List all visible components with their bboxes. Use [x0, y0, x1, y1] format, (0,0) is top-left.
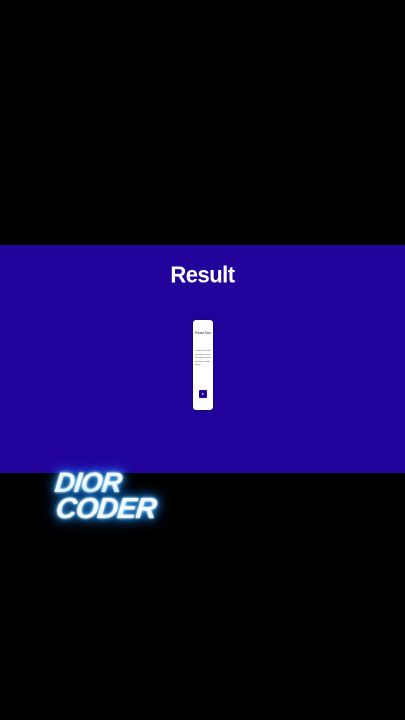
card-button[interactable] [199, 390, 207, 398]
logo-line-2: CODER [54, 493, 158, 525]
result-card: Read Sun Lorem ipsum dolor sit amet cons… [193, 320, 213, 410]
card-title: Read Sun [195, 331, 211, 335]
result-title: Result [170, 261, 235, 288]
play-arrow-icon [202, 393, 204, 395]
card-text: Lorem ipsum dolor sit amet consectetur a… [195, 350, 212, 367]
dior-coder-logo: DIOR CODER [52, 466, 157, 528]
video-frame: Result Read Sun Lorem ipsum dolor sit am… [0, 0, 405, 720]
